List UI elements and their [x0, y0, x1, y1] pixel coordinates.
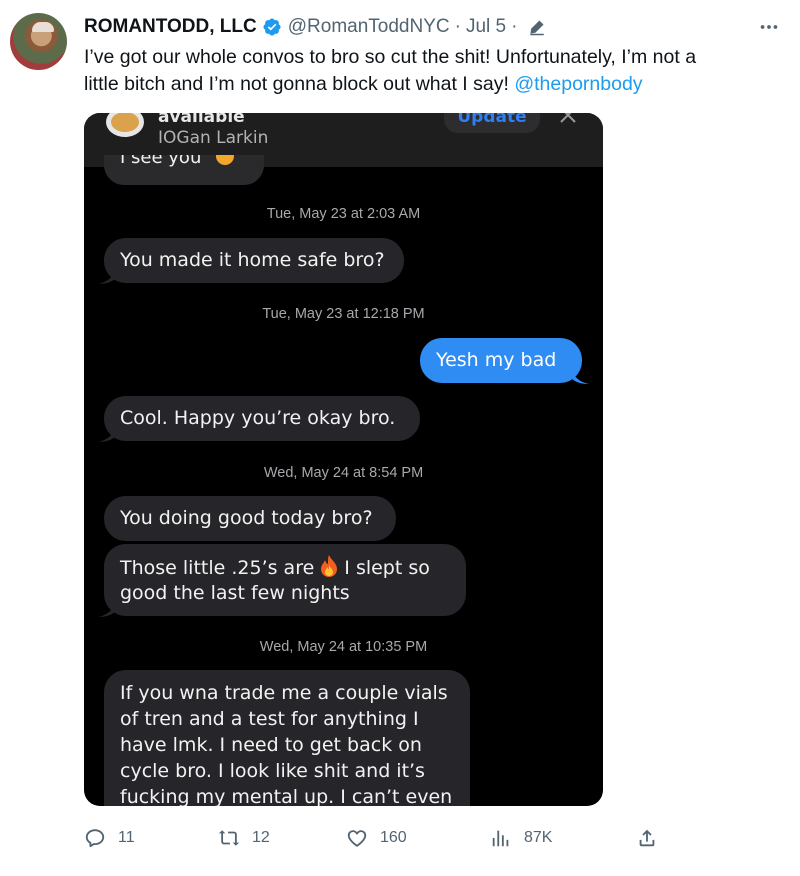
received-message-bubble: You made it home safe bro? — [98, 238, 404, 284]
more-options-icon[interactable] — [756, 14, 782, 40]
message-text: I see you — [120, 155, 202, 168]
reply-count: 11 — [118, 829, 135, 846]
message-text-line: fucking my mental up. I can’t even — [120, 786, 453, 806]
timestamp-day: Tue, May 23 at — [266, 206, 363, 222]
tweet-text-line-2: little bitch and I’m not gonna block out… — [84, 73, 515, 95]
share-button[interactable] — [636, 822, 658, 854]
message-text: Those little .25’s are — [120, 557, 315, 579]
message-text: You doing good today bro? — [120, 507, 373, 529]
message-text: Yesh my bad — [436, 349, 557, 371]
bubble-tail-icon — [98, 601, 116, 617]
mention-link[interactable]: @thepornbody — [514, 73, 642, 95]
message-text-line: have lmk. I need to get back on — [120, 734, 422, 756]
repost-count: 12 — [252, 829, 270, 846]
bubble-tail-icon — [98, 268, 116, 284]
update-button: Update — [444, 113, 540, 133]
repost-button[interactable]: 12 — [218, 822, 270, 854]
message-timestamp: Tue, May 23 at 12:18 PM — [84, 306, 603, 322]
timestamp-day: Wed, May 24 at — [259, 639, 362, 655]
message-bubble-partial: I see you — [104, 155, 264, 185]
contact-avatar — [106, 113, 144, 137]
close-icon — [558, 113, 578, 125]
share-icon — [639, 829, 655, 847]
message-text: You made it home safe bro? — [120, 249, 385, 271]
message-text-line: cycle bro. I look like shit and it’s — [120, 760, 425, 782]
timestamp-time: 2:03 AM — [367, 206, 421, 222]
timestamp-day: Tue, May 23 at — [262, 306, 359, 322]
tweet-date[interactable]: Jul 5 — [466, 16, 506, 38]
message-timestamp: Wed, May 24 at 10:35 PM — [84, 639, 603, 655]
emoji-icon — [216, 155, 234, 165]
like-count: 160 — [380, 829, 407, 846]
message-text-line-1: Those little .25’s are I slept so — [120, 554, 450, 581]
tweet: ROMANTODD, LLC @RomanToddNYC · Jul 5 · I… — [0, 0, 800, 876]
like-icon — [347, 830, 367, 847]
tweet-text-line-1: I’ve got our whole convos to bro so cut … — [84, 46, 697, 68]
received-message-bubble: Those little .25’s are I slept so good th… — [98, 544, 466, 617]
views-button[interactable]: 87K — [490, 822, 552, 854]
received-message-bubble: If you wna trade me a couple vials of tr… — [104, 670, 470, 806]
edited-pencil-icon[interactable] — [528, 18, 546, 36]
display-name[interactable]: ROMANTODD, LLC — [84, 16, 257, 38]
message-text: I slept so — [344, 557, 430, 579]
timestamp-time: 8:54 PM — [369, 465, 424, 481]
availability-status: available — [158, 113, 245, 127]
contact-name: IOGan Larkin — [158, 128, 269, 148]
tweet-text: I’ve got our whole convos to bro so cut … — [84, 44, 784, 98]
separator: · — [454, 16, 461, 37]
bubble-tail-icon — [98, 426, 116, 442]
timestamp-day: Wed, May 24 at — [263, 465, 366, 481]
like-button[interactable]: 160 — [346, 822, 407, 854]
timestamp-time: 12:18 PM — [362, 306, 425, 322]
fire-emoji-icon — [321, 555, 338, 577]
tweet-media-image[interactable]: available IOGan Larkin Update I see you … — [84, 113, 603, 806]
received-message-bubble: Cool. Happy you’re okay bro. — [98, 396, 420, 442]
tweet-header: ROMANTODD, LLC @RomanToddNYC · Jul 5 · — [84, 14, 546, 40]
separator: · — [511, 16, 518, 37]
reply-icon — [85, 829, 105, 848]
message-text-line: of tren and a test for anything I — [120, 708, 419, 730]
reply-button[interactable]: 11 — [84, 822, 135, 854]
received-message-bubble: You doing good today bro? — [104, 496, 396, 541]
verified-badge-icon — [262, 17, 282, 37]
avatar[interactable] — [10, 13, 67, 70]
bubble-tail-icon — [571, 368, 589, 384]
repost-icon — [218, 830, 240, 846]
timestamp-time: 10:35 PM — [365, 639, 428, 655]
message-text: Cool. Happy you’re okay bro. — [120, 407, 396, 429]
message-timestamp: Wed, May 24 at 8:54 PM — [84, 465, 603, 481]
tweet-action-bar: 11 12 160 87K — [84, 822, 664, 854]
sent-message-bubble: Yesh my bad — [420, 338, 589, 384]
message-timestamp: Tue, May 23 at 2:03 AM — [84, 206, 603, 222]
message-text-line: If you wna trade me a couple vials — [120, 682, 448, 704]
handle[interactable]: @RomanToddNYC — [288, 16, 450, 38]
message-text-line-2: good the last few nights — [120, 582, 350, 604]
views-icon — [492, 830, 509, 847]
views-count: 87K — [524, 829, 553, 846]
